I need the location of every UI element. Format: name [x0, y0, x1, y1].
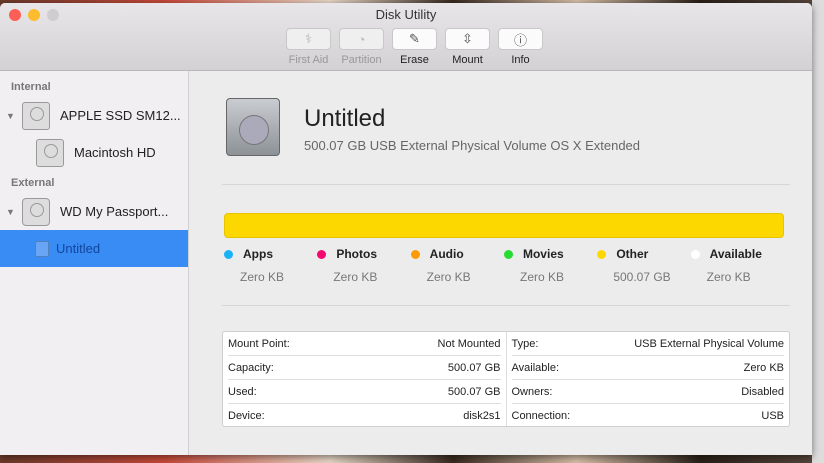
legend-item-apps: Apps Zero KB	[224, 247, 317, 284]
pie-icon: ◔	[357, 31, 366, 47]
legend-value: Zero KB	[519, 270, 564, 284]
volume-description: 500.07 GB USB External Physical Volume O…	[304, 138, 641, 153]
sidebar-item-label: APPLE SSD SM12...	[60, 108, 181, 123]
legend-dot-icon	[410, 249, 420, 259]
info-value: USB	[761, 410, 784, 422]
legend-item-other: Other 500.07 GB	[597, 247, 690, 284]
section-external: External	[11, 177, 55, 189]
disclosure-triangle-icon[interactable]: ▼	[6, 111, 15, 121]
divider	[222, 184, 790, 185]
toolbar-first-aid-button: ⚕ First Aid	[286, 28, 331, 66]
volume-name: Untitled	[304, 105, 386, 132]
info-row: Mount Point: Not Mounted	[228, 332, 501, 356]
sidebar-item-apple-ssd[interactable]: ▼ APPLE SSD SM12...	[0, 97, 188, 134]
section-internal: Internal	[11, 81, 51, 93]
toolbar-erase-button[interactable]: ✎ Erase	[392, 28, 437, 66]
sidebar-item-label: Untitled	[56, 241, 101, 256]
legend-dot-icon	[597, 249, 607, 259]
legend-value: Zero KB	[706, 270, 751, 284]
sidebar-item-wd-passport[interactable]: ▼ WD My Passport...	[0, 193, 188, 230]
toolbar-info-button[interactable]: ⓘ Info	[498, 28, 543, 66]
volume-icon	[35, 240, 49, 257]
sidebar-item-untitled[interactable]: Untitled	[0, 230, 188, 267]
toolbar-partition-button: ◔ Partition	[339, 28, 384, 66]
legend-value: Zero KB	[426, 270, 471, 284]
info-value: 500.07 GB	[447, 361, 501, 374]
info-icon: ⓘ	[513, 32, 527, 48]
info-row: Type: USB External Physical Volume	[511, 332, 784, 356]
toolbar-label: Info	[511, 54, 530, 66]
info-row: Used: 500.07 GB	[228, 380, 501, 404]
legend-item-audio: Audio Zero KB	[410, 247, 504, 284]
info-row: Owners: Disabled	[511, 380, 784, 404]
info-value: disk2s1	[463, 410, 501, 422]
info-value: USB External Physical Volume	[634, 337, 784, 350]
info-key: Owners:	[511, 385, 553, 398]
info-row: Capacity: 500.07 GB	[228, 356, 501, 380]
info-table: Mount Point: Not Mounted Capacity: 500.07 G…	[222, 331, 790, 427]
info-key: Type:	[511, 337, 539, 350]
legend-item-available: Available Zero KB	[690, 247, 784, 284]
legend-dot-icon	[690, 249, 700, 259]
stethoscope-icon: ⚕	[304, 31, 313, 46]
sidebar-item-label: Macintosh HD	[74, 145, 156, 160]
disclosure-triangle-icon[interactable]: ▼	[6, 207, 15, 217]
legend-dot-icon	[503, 249, 513, 259]
mount-icon: ⇳	[462, 31, 473, 46]
info-value: Zero KB	[743, 361, 784, 374]
usage-legend: Apps Zero KB Photos Zero KB Audio Zero KB Movi…	[224, 247, 784, 284]
divider	[222, 305, 790, 306]
toolbar-label: Erase	[400, 54, 429, 66]
sidebar: Internal ▼ APPLE SSD SM12... Macintosh H…	[0, 71, 189, 455]
usage-bar	[224, 213, 784, 238]
erase-icon: ✎	[409, 31, 420, 46]
toolbar-label: Partition	[341, 54, 382, 66]
info-key: Mount Point:	[228, 337, 290, 350]
info-key: Available:	[511, 361, 560, 374]
legend-item-movies: Movies Zero KB	[503, 247, 597, 284]
internal-disk-icon	[22, 101, 50, 130]
legend-label: Audio	[429, 247, 464, 261]
hard-drive-icon	[226, 98, 280, 156]
info-row: Available: Zero KB	[511, 356, 784, 380]
info-key: Capacity:	[228, 361, 274, 374]
toolbar-label: First Aid	[288, 54, 329, 66]
disk-utility-window: Disk Utility ⚕ First Aid ◔ Partition ✎ Erase ⇳…	[0, 3, 812, 455]
info-value: Not Mounted	[437, 337, 501, 350]
desktop-background	[812, 0, 824, 463]
sidebar-item-macintosh-hd[interactable]: Macintosh HD	[0, 134, 188, 171]
toolbar-mount-button[interactable]: ⇳ Mount	[445, 28, 490, 66]
legend-item-photos: Photos Zero KB	[317, 247, 410, 284]
toolbar: ⚕ First Aid ◔ Partition ✎ Erase ⇳ Mount ⓘ Info	[286, 28, 543, 66]
legend-dot-icon	[224, 249, 233, 259]
info-row: Connection: USB	[512, 404, 785, 428]
info-key: Device:	[228, 410, 265, 422]
titlebar: Disk Utility ⚕ First Aid ◔ Partition ✎ Erase ⇳…	[0, 3, 812, 71]
info-value: Disabled	[741, 385, 784, 398]
legend-label: Other	[616, 247, 649, 261]
legend-dot-icon	[317, 249, 327, 259]
legend-value: Zero KB	[240, 270, 285, 284]
info-row: Device: disk2s1	[228, 404, 501, 428]
legend-label: Photos	[336, 247, 377, 261]
legend-label: Movies	[522, 247, 564, 261]
info-value: 500.07 GB	[447, 385, 501, 398]
main-panel: Untitled 500.07 GB USB External Physical…	[190, 71, 812, 455]
sidebar-item-label: WD My Passport...	[60, 204, 169, 219]
window-title: Disk Utility	[375, 7, 437, 22]
legend-value: 500.07 GB	[613, 270, 671, 284]
legend-label: Available	[709, 247, 762, 261]
info-key: Connection:	[511, 410, 571, 422]
legend-label: Apps	[243, 247, 273, 261]
external-disk-icon	[22, 197, 50, 226]
info-key: Used:	[228, 385, 257, 398]
internal-disk-icon	[36, 138, 64, 167]
legend-value: Zero KB	[333, 270, 378, 284]
toolbar-label: Mount	[452, 54, 483, 66]
